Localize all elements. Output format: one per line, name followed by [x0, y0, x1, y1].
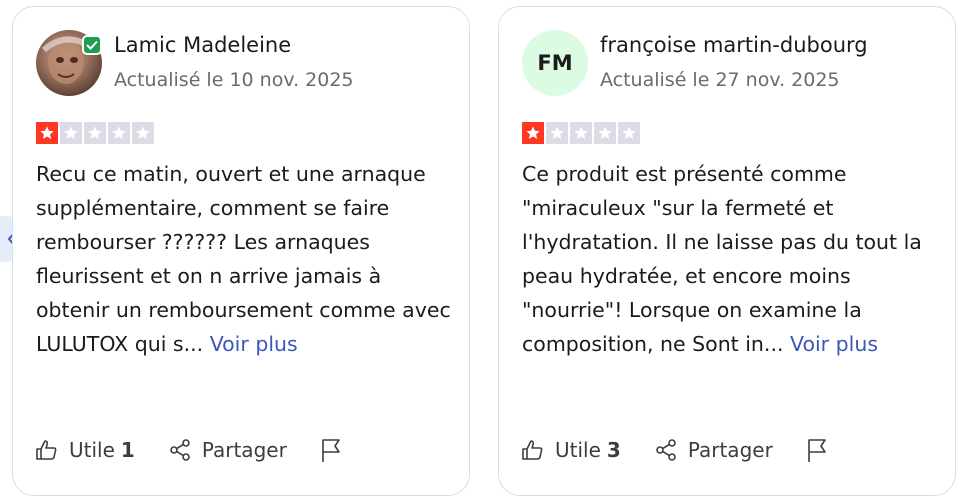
useful-label: Utile: [555, 438, 601, 462]
useful-button[interactable]: Utile 3: [521, 438, 621, 462]
star-icon: [522, 122, 544, 144]
star-rating: [522, 122, 640, 144]
reviewer-name[interactable]: françoise martin-dubourg: [600, 33, 868, 57]
review-card: FM françoise martin-dubourg Actualisé le…: [498, 6, 956, 496]
useful-button[interactable]: Utile 1: [35, 438, 135, 462]
star-icon: [108, 122, 130, 144]
report-button[interactable]: [806, 437, 838, 463]
review-text-container: Recu ce matin, ouvert et une arnaque sup…: [36, 157, 456, 361]
review-text: Ce produit est présenté comme "miraculeu…: [522, 162, 922, 356]
share-icon: [170, 439, 190, 461]
avatar[interactable]: FM: [522, 30, 588, 96]
star-icon: [594, 122, 616, 144]
flag-icon: [807, 439, 826, 462]
review-card: Lamic Madeleine Actualisé le 10 nov. 202…: [12, 6, 470, 496]
review-date: Actualisé le 10 nov. 2025: [114, 69, 354, 91]
star-icon: [36, 122, 58, 144]
useful-label: Utile: [69, 438, 115, 462]
report-button[interactable]: [320, 437, 352, 463]
review-text-container: Ce produit est présenté comme "miraculeu…: [522, 157, 942, 361]
share-label: Partager: [687, 438, 773, 462]
share-label: Partager: [201, 438, 287, 462]
star-icon: [60, 122, 82, 144]
star-rating: [36, 122, 154, 144]
read-more-link[interactable]: Voir plus: [790, 332, 878, 356]
share-button[interactable]: Partager: [168, 438, 287, 462]
verified-badge: [82, 35, 102, 55]
thumbs-up-icon: [36, 440, 57, 460]
review-actions: Utile 1 Partager: [35, 437, 385, 463]
star-icon: [132, 122, 154, 144]
share-button[interactable]: Partager: [654, 438, 773, 462]
star-icon: [546, 122, 568, 144]
star-icon: [618, 122, 640, 144]
star-icon: [84, 122, 106, 144]
checkmark-icon: [86, 40, 98, 50]
star-icon: [570, 122, 592, 144]
review-text: Recu ce matin, ouvert et une arnaque sup…: [36, 162, 451, 356]
thumbs-up-icon: [522, 440, 543, 460]
review-date: Actualisé le 27 nov. 2025: [600, 69, 840, 91]
read-more-link[interactable]: Voir plus: [210, 332, 298, 356]
useful-count: 3: [606, 438, 621, 462]
flag-icon: [321, 439, 340, 462]
useful-count: 1: [120, 438, 135, 462]
review-actions: Utile 3 Partager: [521, 437, 871, 463]
reviewer-name[interactable]: Lamic Madeleine: [114, 33, 291, 57]
share-icon: [656, 439, 676, 461]
